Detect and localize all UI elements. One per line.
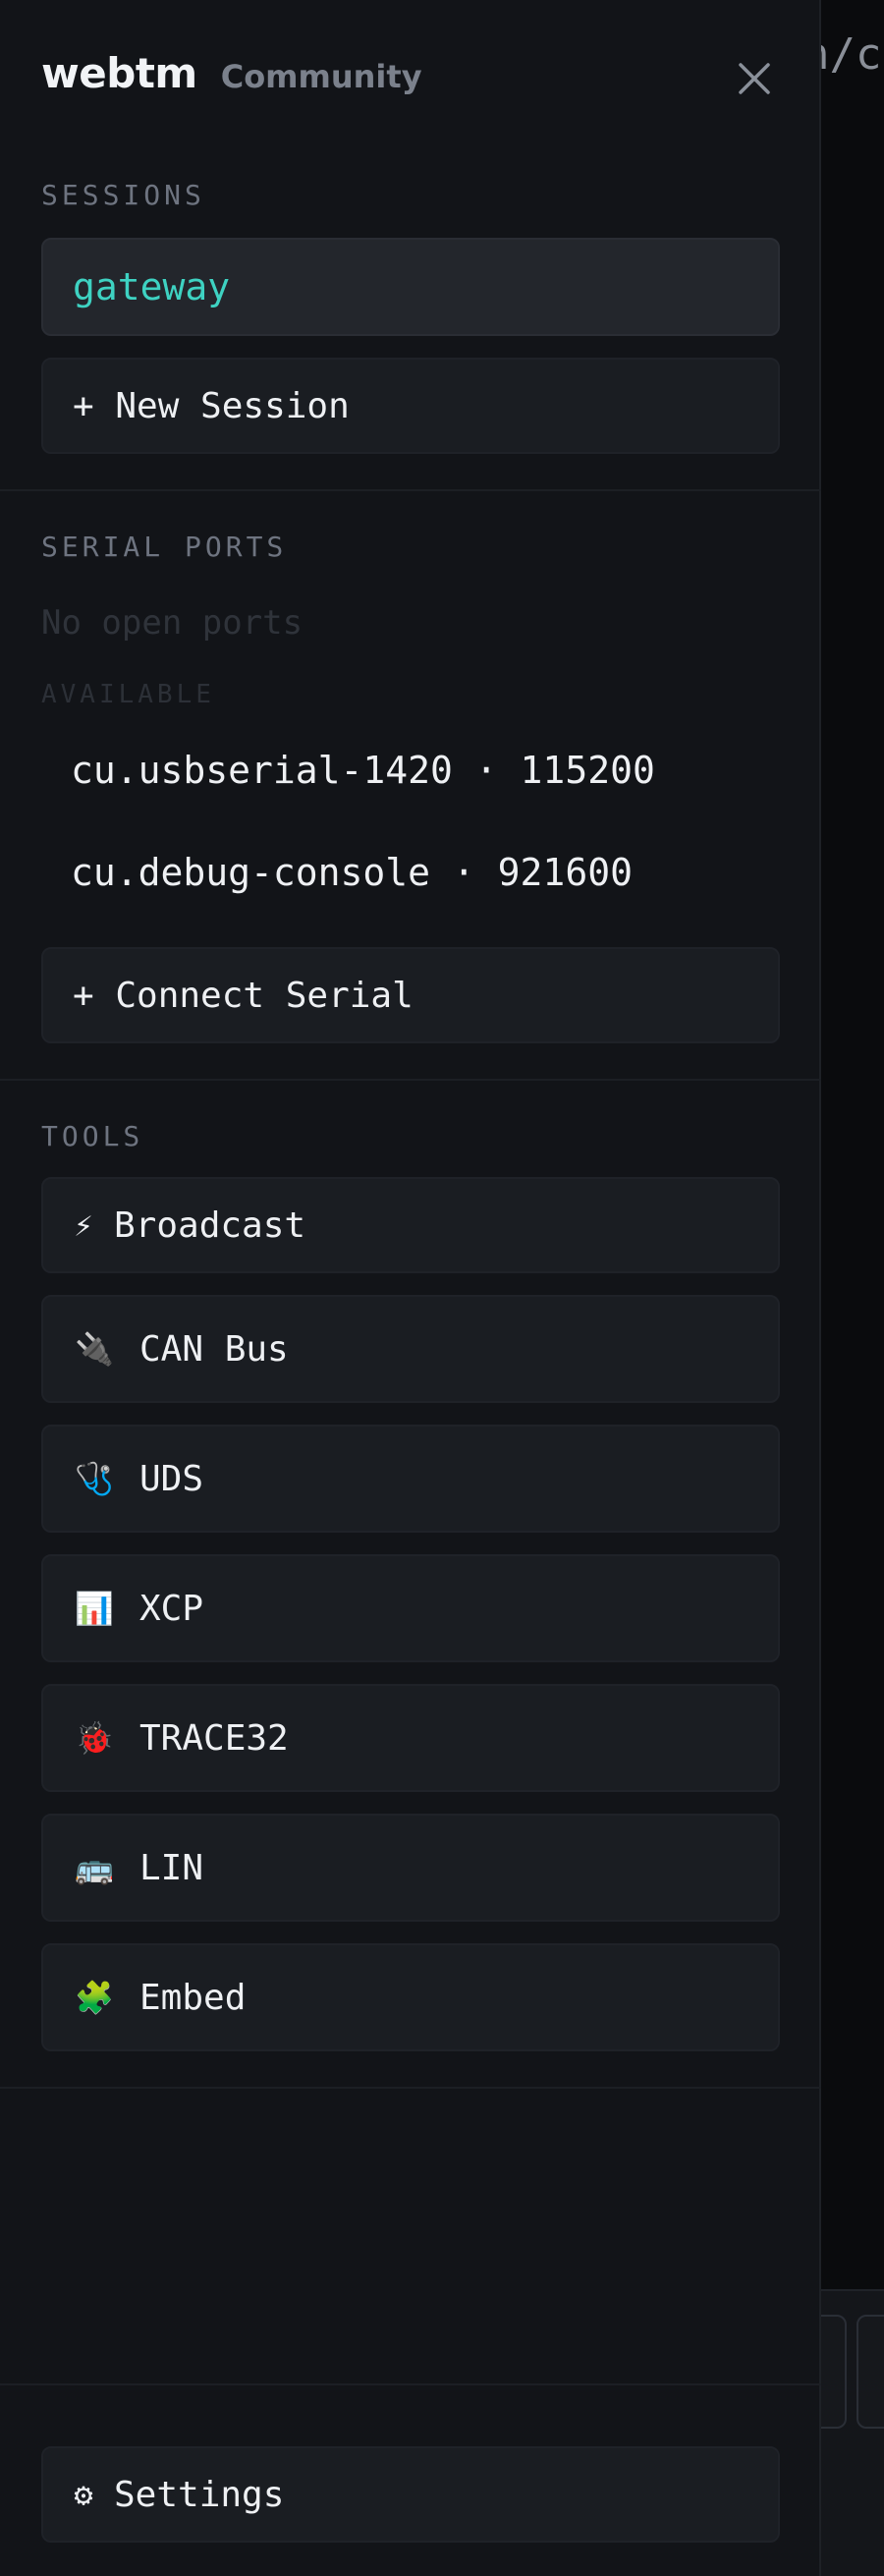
new-session-button[interactable]: + New Session — [41, 358, 780, 454]
side-drawer: webtm Community SESSIONS gateway + New S… — [0, 0, 821, 2576]
tool-uds-button[interactable]: 🩺 UDS — [41, 1425, 780, 1533]
edition-label: Community — [220, 58, 422, 95]
terminal-key[interactable] — [856, 2315, 884, 2429]
tools-section-label: TOOLS — [41, 1120, 144, 1152]
settings-button[interactable]: ⚙ Settings — [41, 2446, 780, 2543]
tool-xcp-button[interactable]: 📊 XCP — [41, 1554, 780, 1662]
plug-icon: 🔌 — [75, 1330, 114, 1368]
tool-can-bus-button[interactable]: 🔌 CAN Bus — [41, 1295, 780, 1403]
tool-lin-button[interactable]: 🚌 LIN — [41, 1814, 780, 1922]
tool-label: Embed — [139, 1977, 247, 2018]
session-item-gateway[interactable]: gateway — [41, 238, 780, 336]
tool-label: UDS — [139, 1458, 204, 1499]
tool-trace32-button[interactable]: 🐞 TRACE32 — [41, 1684, 780, 1792]
tool-label: TRACE32 — [139, 1717, 289, 1759]
puzzle-icon: 🧩 — [75, 1979, 114, 2016]
connect-serial-button[interactable]: + Connect Serial — [41, 947, 780, 1043]
no-open-ports-text: No open ports — [41, 603, 304, 643]
gear-icon: ⚙ — [74, 2476, 93, 2513]
available-port-item[interactable]: cu.debug-console · 921600 — [71, 851, 633, 894]
section-divider — [0, 489, 821, 491]
close-button[interactable] — [727, 51, 782, 106]
tool-label: CAN Bus — [139, 1328, 289, 1370]
tool-embed-button[interactable]: 🧩 Embed — [41, 1943, 780, 2051]
tool-label: Broadcast — [114, 1204, 306, 1246]
sessions-section-label: SESSIONS — [41, 179, 205, 211]
close-icon — [739, 63, 770, 94]
brand-name: webtm — [41, 49, 197, 97]
bug-icon: 🐞 — [75, 1719, 114, 1757]
tool-label: LIN — [139, 1847, 204, 1888]
stethoscope-icon: 🩺 — [75, 1460, 114, 1497]
footer-divider — [0, 2383, 821, 2385]
available-port-item[interactable]: cu.usbserial-1420 · 115200 — [71, 749, 655, 792]
bus-icon: 🚌 — [75, 1849, 114, 1886]
available-ports-label: AVAILABLE — [41, 680, 215, 709]
drawer-header: webtm Community — [41, 49, 422, 97]
tool-broadcast-button[interactable]: ⚡ Broadcast — [41, 1177, 780, 1273]
settings-label: Settings — [114, 2474, 285, 2515]
serial-ports-section-label: SERIAL PORTS — [41, 531, 288, 563]
section-divider — [0, 1079, 821, 1081]
bar-chart-icon: 📊 — [75, 1590, 114, 1627]
session-item-label: gateway — [73, 265, 231, 308]
section-divider — [0, 2087, 821, 2089]
lightning-icon: ⚡ — [74, 1206, 93, 1244]
tool-label: XCP — [139, 1588, 204, 1629]
app-root: n/ca webtm Community SESSIONS gateway + … — [0, 0, 884, 2576]
